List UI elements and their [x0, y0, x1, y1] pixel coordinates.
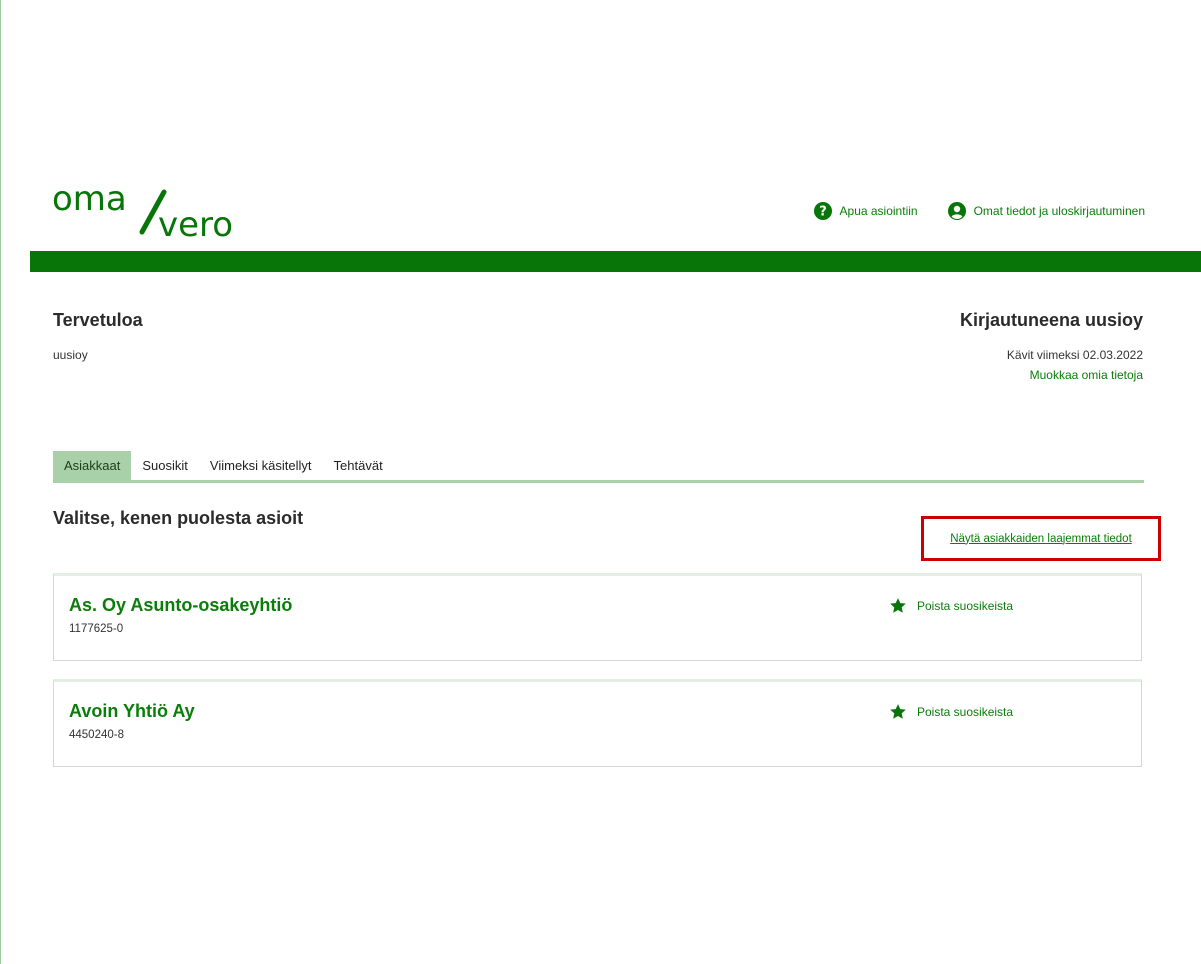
remove-favorite-button[interactable]: Poista suosikeista — [889, 703, 1013, 721]
star-icon — [890, 704, 906, 719]
customer-name-link[interactable]: As. Oy Asunto-osakeyhtiö — [69, 595, 292, 616]
header-green-bar — [30, 251, 1201, 272]
question-circle-icon: ? — [813, 202, 832, 220]
last-visit-text: Kävit viimeksi 02.03.2022 — [1006, 348, 1143, 362]
show-extended-details-link[interactable]: Näytä asiakkaiden laajemmat tiedot — [950, 533, 1132, 545]
remove-favorite-button[interactable]: Poista suosikeista — [889, 597, 1013, 615]
user-circle-icon — [947, 202, 966, 220]
details-link-highlight: Näytä asiakkaiden laajemmat tiedot — [921, 516, 1161, 561]
profile-logout-link[interactable]: Omat tiedot ja uloskirjautuminen — [947, 202, 1145, 220]
svg-text:?: ? — [819, 205, 827, 220]
customer-business-id: 4450240-8 — [69, 729, 124, 741]
tab-tehtavat[interactable]: Tehtävät — [323, 451, 394, 480]
header-links: ? Apua asiointiin Omat tiedot ja uloskir… — [813, 202, 1145, 220]
logo-text-oma: oma — [52, 180, 127, 219]
omavero-logo[interactable]: oma vero — [52, 180, 262, 242]
tab-suosikit[interactable]: Suosikit — [131, 451, 199, 480]
profile-link-label: Omat tiedot ja uloskirjautuminen — [973, 204, 1145, 218]
welcome-title: Tervetuloa — [53, 310, 143, 330]
section-title: Valitse, kenen puolesta asioit — [53, 508, 304, 528]
customer-name-link[interactable]: Avoin Yhtiö Ay — [69, 701, 195, 722]
remove-favorite-label: Poista suosikeista — [917, 705, 1014, 719]
left-border-line — [0, 0, 1, 964]
customer-card: Avoin Yhtiö Ay 4450240-8 Poista suosikei… — [53, 679, 1142, 767]
help-link[interactable]: ? Apua asiointiin — [813, 202, 918, 220]
help-link-label: Apua asiointiin — [839, 204, 918, 218]
tab-viimeksi-kasitellyt[interactable]: Viimeksi käsitellyt — [199, 451, 323, 480]
edit-own-info-link[interactable]: Muokkaa omia tietoja — [1030, 368, 1143, 382]
logged-in-title: Kirjautuneena uusioy — [959, 310, 1143, 330]
tab-bar: Asiakkaat Suosikit Viimeksi käsitellyt T… — [53, 451, 1144, 483]
tab-asiakkaat[interactable]: Asiakkaat — [53, 451, 132, 480]
logo-text-vero: vero — [158, 205, 233, 242]
welcome-username: uusioy — [53, 348, 88, 362]
remove-favorite-label: Poista suosikeista — [917, 599, 1014, 613]
star-icon — [890, 598, 906, 613]
customer-card: As. Oy Asunto-osakeyhtiö 1177625-0 Poist… — [53, 573, 1142, 661]
customer-business-id: 1177625-0 — [69, 623, 124, 635]
